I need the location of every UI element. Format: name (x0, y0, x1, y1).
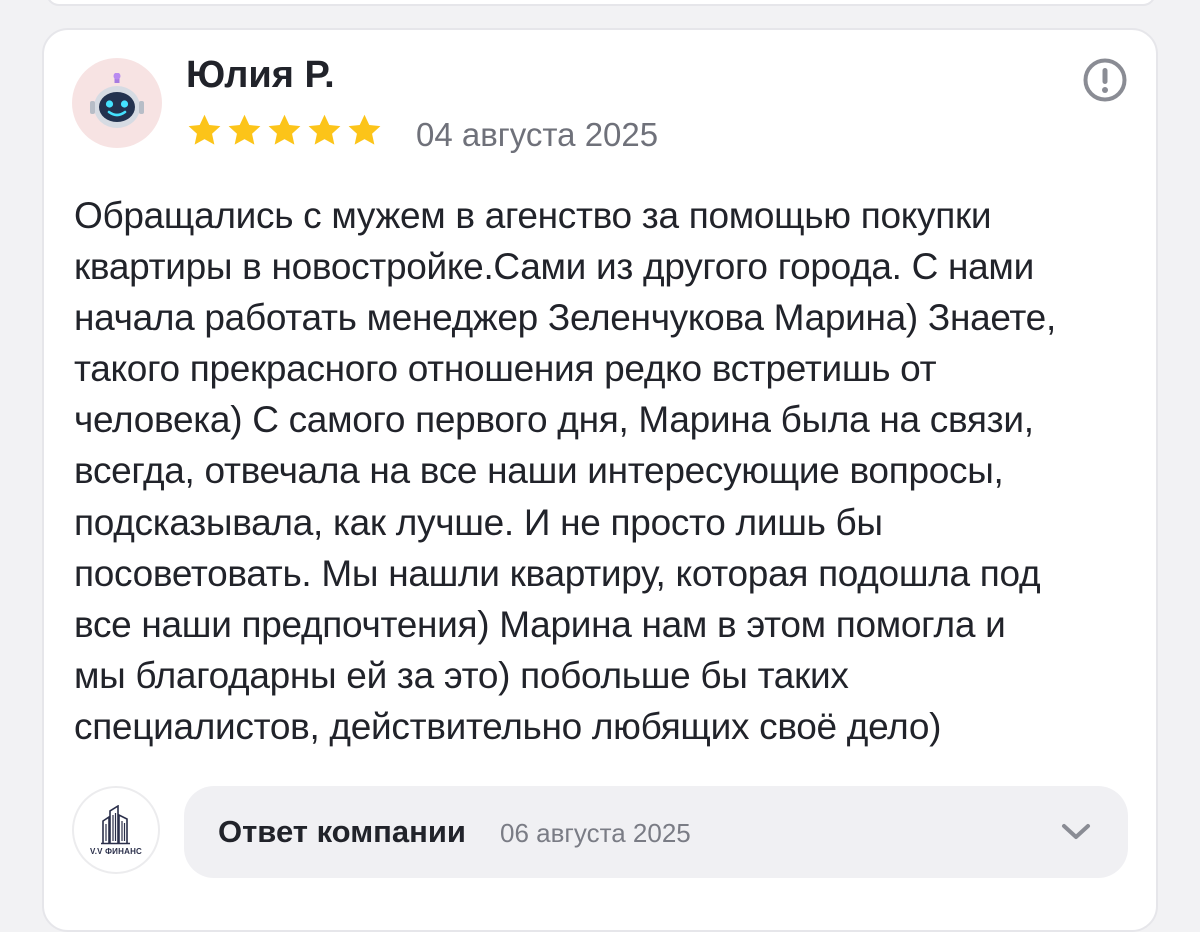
star-icon (268, 114, 301, 145)
company-reply-toggle[interactable]: Ответ компании 06 августа 2025 (184, 786, 1128, 878)
review-author-name[interactable]: Юлия Р. (186, 54, 335, 97)
star-icon (228, 114, 261, 145)
review-text-line: посоветовать. Мы нашли квартиру, которая… (74, 552, 1041, 594)
review-text: Обращались с мужем в агенство за помощью… (74, 190, 1144, 752)
review-text-line: Обращались с мужем в агенство за помощью… (74, 195, 992, 236)
chevron-down-icon (1062, 824, 1090, 839)
star-icon (348, 114, 381, 145)
previous-review-card (46, 0, 1156, 6)
company-reply-title: Ответ компании (218, 814, 466, 849)
company-reply-date: 06 августа 2025 (500, 818, 691, 848)
review-text-line: подсказывала, как лучше. И не просто лиш… (74, 501, 883, 543)
building-logo-icon (101, 804, 130, 844)
robot-avatar-icon (90, 73, 144, 128)
report-button[interactable] (1082, 57, 1128, 103)
review-text-line: всегда, отвечала на все наши интересующи… (74, 450, 1004, 492)
star-icon (188, 114, 221, 145)
review-date: 04 августа 2025 (416, 116, 659, 153)
star-icon (308, 114, 341, 145)
review-text-line: все наши предпочтения) Марина нам в этом… (74, 603, 1006, 645)
author-avatar[interactable] (72, 58, 162, 148)
review-text-line: мы благодарны ей за это) побольше бы так… (74, 654, 849, 696)
review-text-line: специалистов, действительно любящих своё… (74, 705, 942, 747)
review-text-line: такого прекрасного отношения редко встре… (74, 348, 937, 390)
exclamation-circle-icon (1083, 58, 1127, 102)
company-logo-text: V.V ФИНАНС (89, 846, 143, 856)
company-logo[interactable]: V.V ФИНАНС (72, 786, 160, 874)
review-text-line: квартиры в новостройке.Сами из другого г… (74, 246, 1034, 288)
review-text-line: начала работать менеджер Зеленчукова Мар… (74, 297, 1056, 339)
rating-stars (186, 112, 383, 149)
review-text-line: человека) С самого первого дня, Марина б… (74, 399, 1034, 441)
